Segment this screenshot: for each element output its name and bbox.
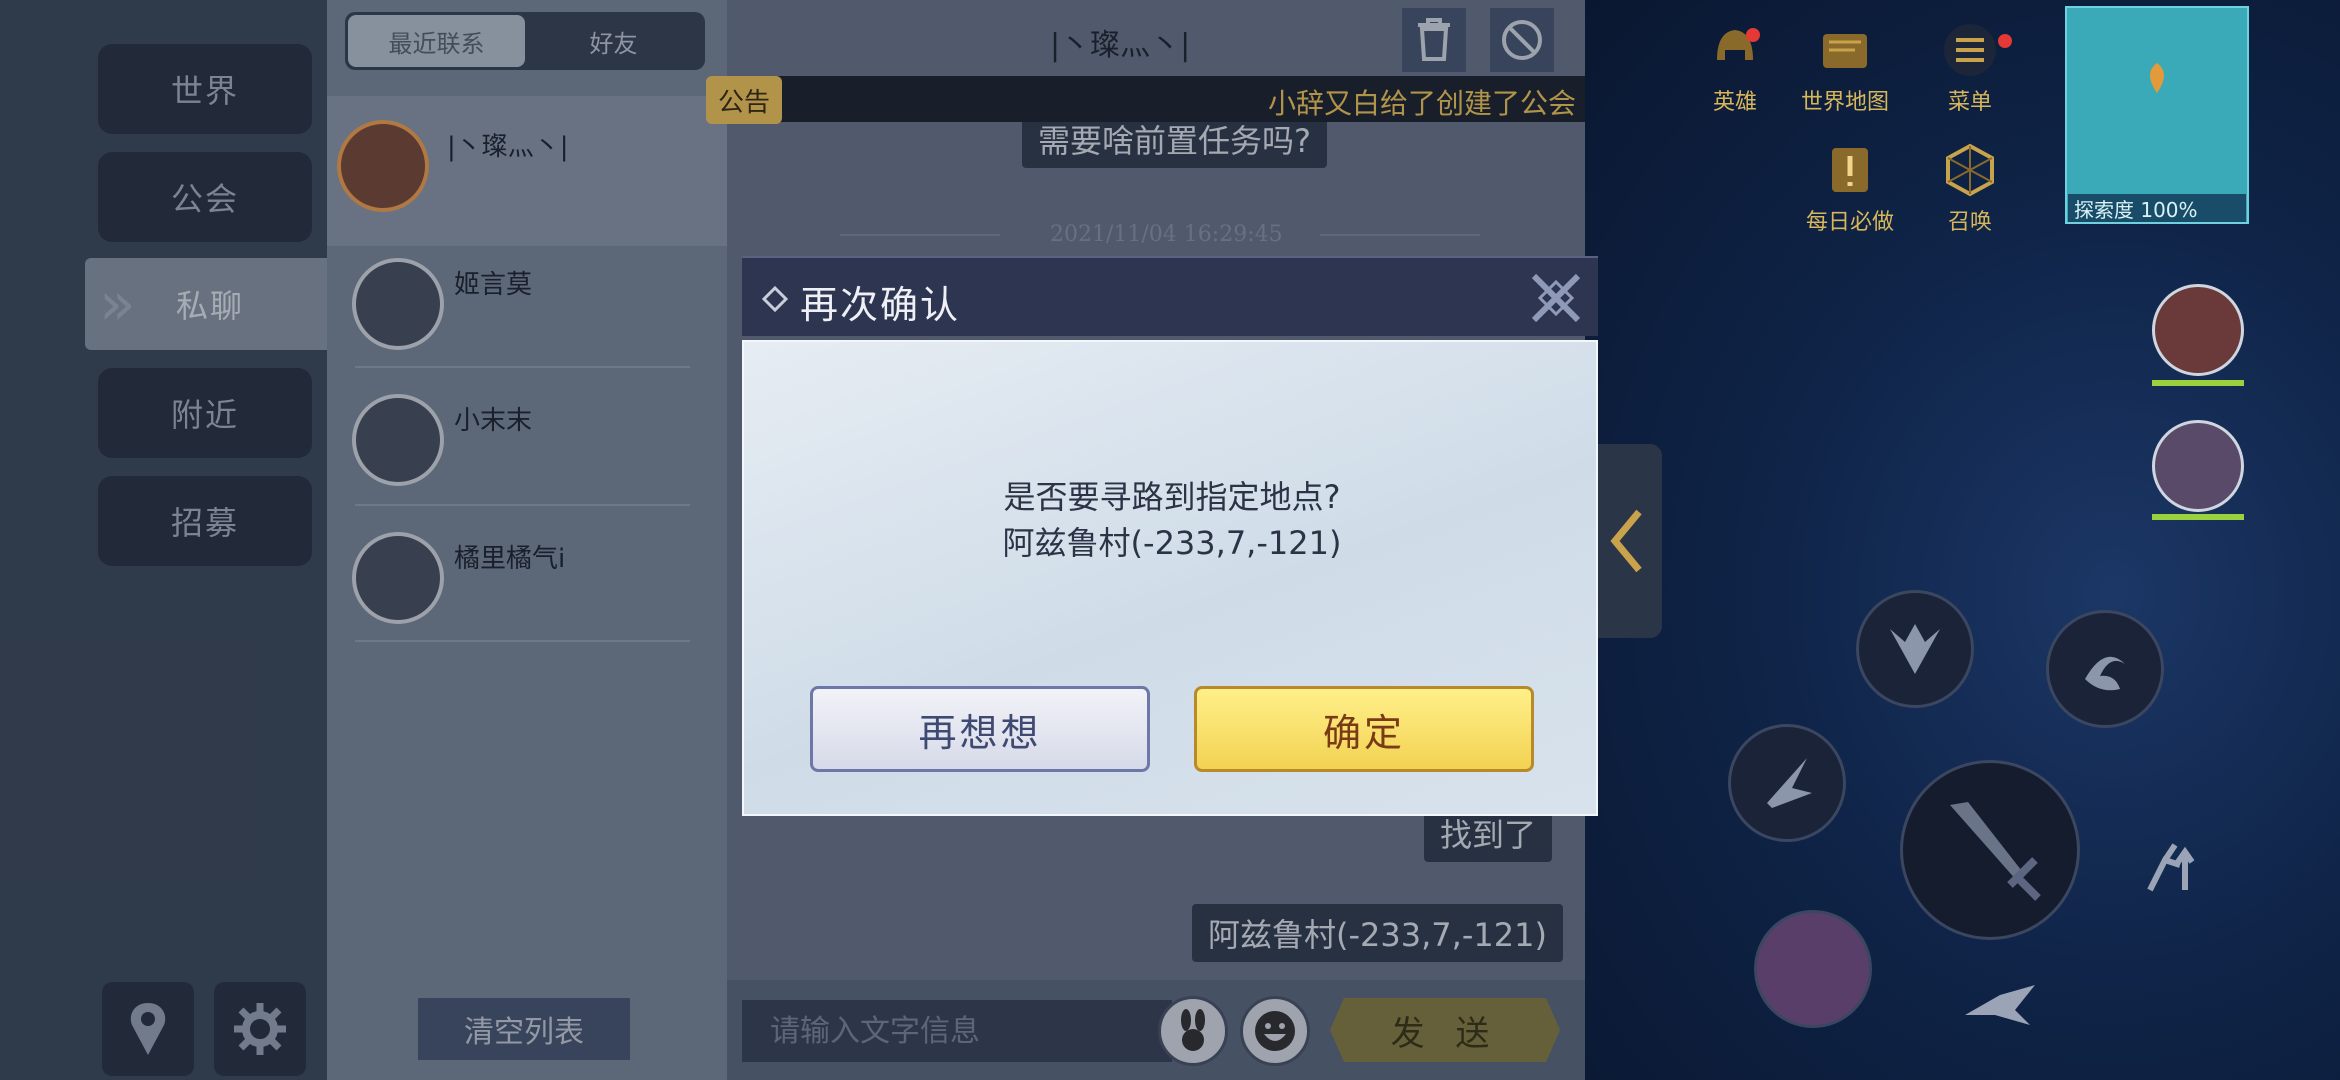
confirm-button[interactable]: 确定: [1194, 686, 1534, 772]
map-scroll-icon: [1823, 34, 1867, 68]
daily-tasks-button[interactable]: 每日必做: [1805, 140, 1895, 240]
attack-button[interactable]: [1900, 760, 2080, 940]
dialog-header: 再次确认: [742, 256, 1598, 336]
mount-bird-icon: [1965, 985, 2035, 1025]
dialog-message: 是否要寻路到指定地点?: [1003, 478, 1341, 516]
cancel-button[interactable]: 再想想: [810, 686, 1150, 772]
skill-button-wind[interactable]: [2046, 610, 2164, 728]
party-member-hp-bar: [2152, 380, 2244, 386]
hero-notification-dot: [1746, 28, 1760, 42]
summon-button[interactable]: 召唤: [1925, 140, 2015, 240]
map-marker-icon: [2150, 63, 2164, 93]
world-map-button[interactable]: 世界地图: [1800, 20, 1890, 120]
party-member-hp-bar: [2152, 514, 2244, 520]
chevron-left-icon: [1610, 509, 1642, 573]
collapse-chat-tab[interactable]: [1592, 444, 1662, 638]
dodge-button[interactable]: [2130, 830, 2210, 910]
confirm-dialog: 再次确认 是否要寻路到指定地点? 阿兹鲁村(-233,7,-121) 再想想 确…: [742, 256, 1598, 816]
sword-icon: [1950, 802, 2041, 901]
skill-button-slash[interactable]: [1728, 724, 1846, 842]
dialog-title: 再次确认: [800, 283, 961, 327]
ultimate-skill-avatar[interactable]: [1754, 910, 1872, 1028]
summon-cube-icon: [1946, 143, 1994, 197]
hero-button[interactable]: 英雄: [1690, 20, 1780, 120]
exploration-rate: 探索度 100%: [2068, 194, 2246, 222]
dialog-destination: 阿兹鲁村(-233,7,-121): [1002, 524, 1342, 562]
dialog-close-button[interactable]: [1524, 266, 1588, 330]
diamond-icon: [762, 286, 788, 312]
menu-notification-dot: [1998, 34, 2012, 48]
party-member-avatar[interactable]: [2152, 420, 2244, 512]
mount-button[interactable]: [1960, 970, 2040, 1040]
wind-skill-icon: [2085, 656, 2125, 691]
exclamation-badge-icon: [1832, 148, 1868, 192]
skill-button-demon[interactable]: [1856, 590, 1974, 708]
demon-skill-icon: [1890, 624, 1940, 674]
minimap[interactable]: [2065, 6, 2249, 224]
dodge-figure-icon: [2147, 843, 2195, 892]
close-icon: [1531, 273, 1581, 323]
slash-skill-icon: [1767, 758, 1812, 808]
menu-list-icon: [1944, 24, 1996, 76]
party-member-avatar[interactable]: [2152, 284, 2244, 376]
